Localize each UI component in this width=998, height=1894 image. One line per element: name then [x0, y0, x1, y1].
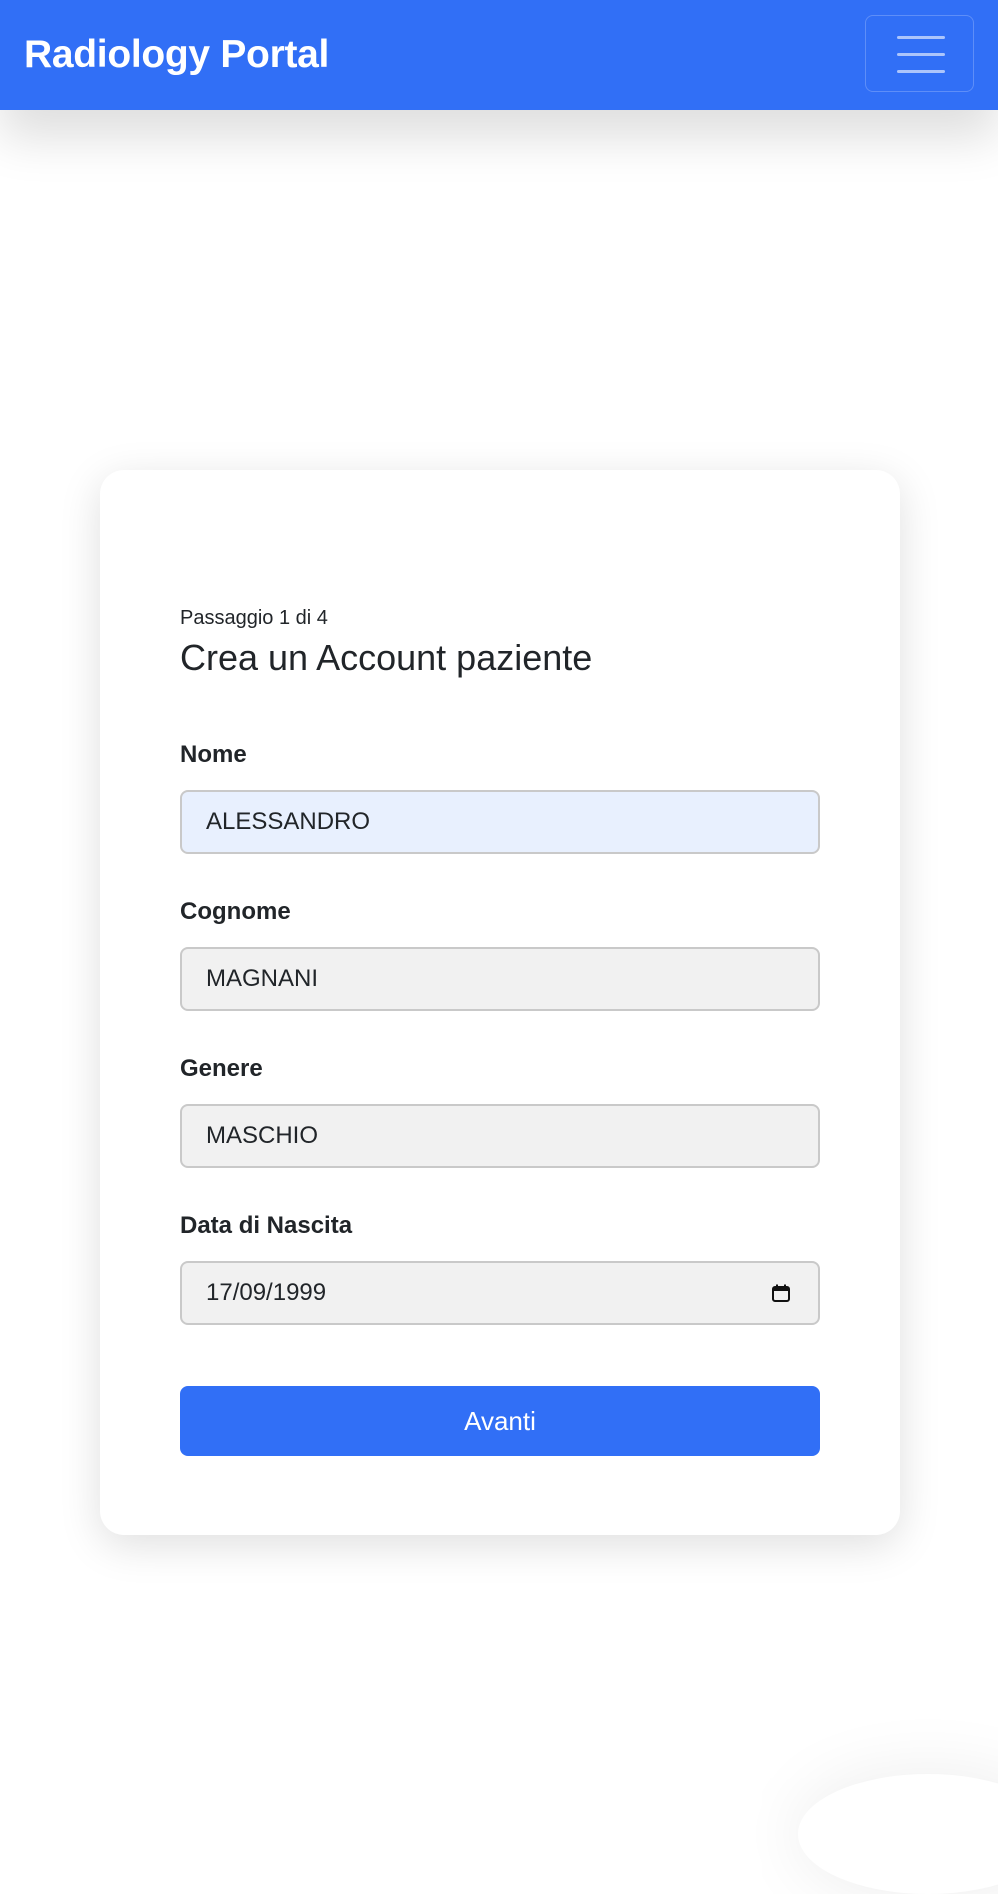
genere-select[interactable]: MASCHIO	[180, 1104, 820, 1168]
registration-card: Passaggio 1 di 4 Crea un Account pazient…	[100, 470, 900, 1535]
menu-toggle-button[interactable]	[865, 15, 974, 92]
data-nascita-label: Data di Nascita	[180, 1212, 353, 1239]
form-title: Crea un Account paziente	[180, 637, 593, 678]
data-nascita-input[interactable]: 17/09/1999	[180, 1261, 820, 1325]
nome-label: Nome	[180, 741, 247, 768]
cognome-label: Cognome	[180, 898, 291, 925]
cognome-input[interactable]: MAGNANI	[180, 947, 820, 1011]
step-indicator: Passaggio 1 di 4	[180, 607, 328, 629]
nome-input[interactable]: ALESSANDRO	[180, 790, 820, 854]
data-nascita-value: 17/09/1999	[206, 1279, 327, 1306]
corner-shadow	[798, 1774, 998, 1894]
cognome-value: MAGNANI	[206, 965, 319, 992]
nome-value: ALESSANDRO	[206, 808, 371, 835]
genere-value: MASCHIO	[206, 1122, 319, 1149]
genere-label: Genere	[180, 1055, 263, 1082]
brand-title[interactable]: Radiology Portal	[24, 30, 329, 80]
avanti-button[interactable]: Avanti	[180, 1386, 820, 1456]
calendar-icon[interactable]	[772, 1284, 790, 1302]
top-navbar: Radiology Portal	[0, 0, 998, 110]
